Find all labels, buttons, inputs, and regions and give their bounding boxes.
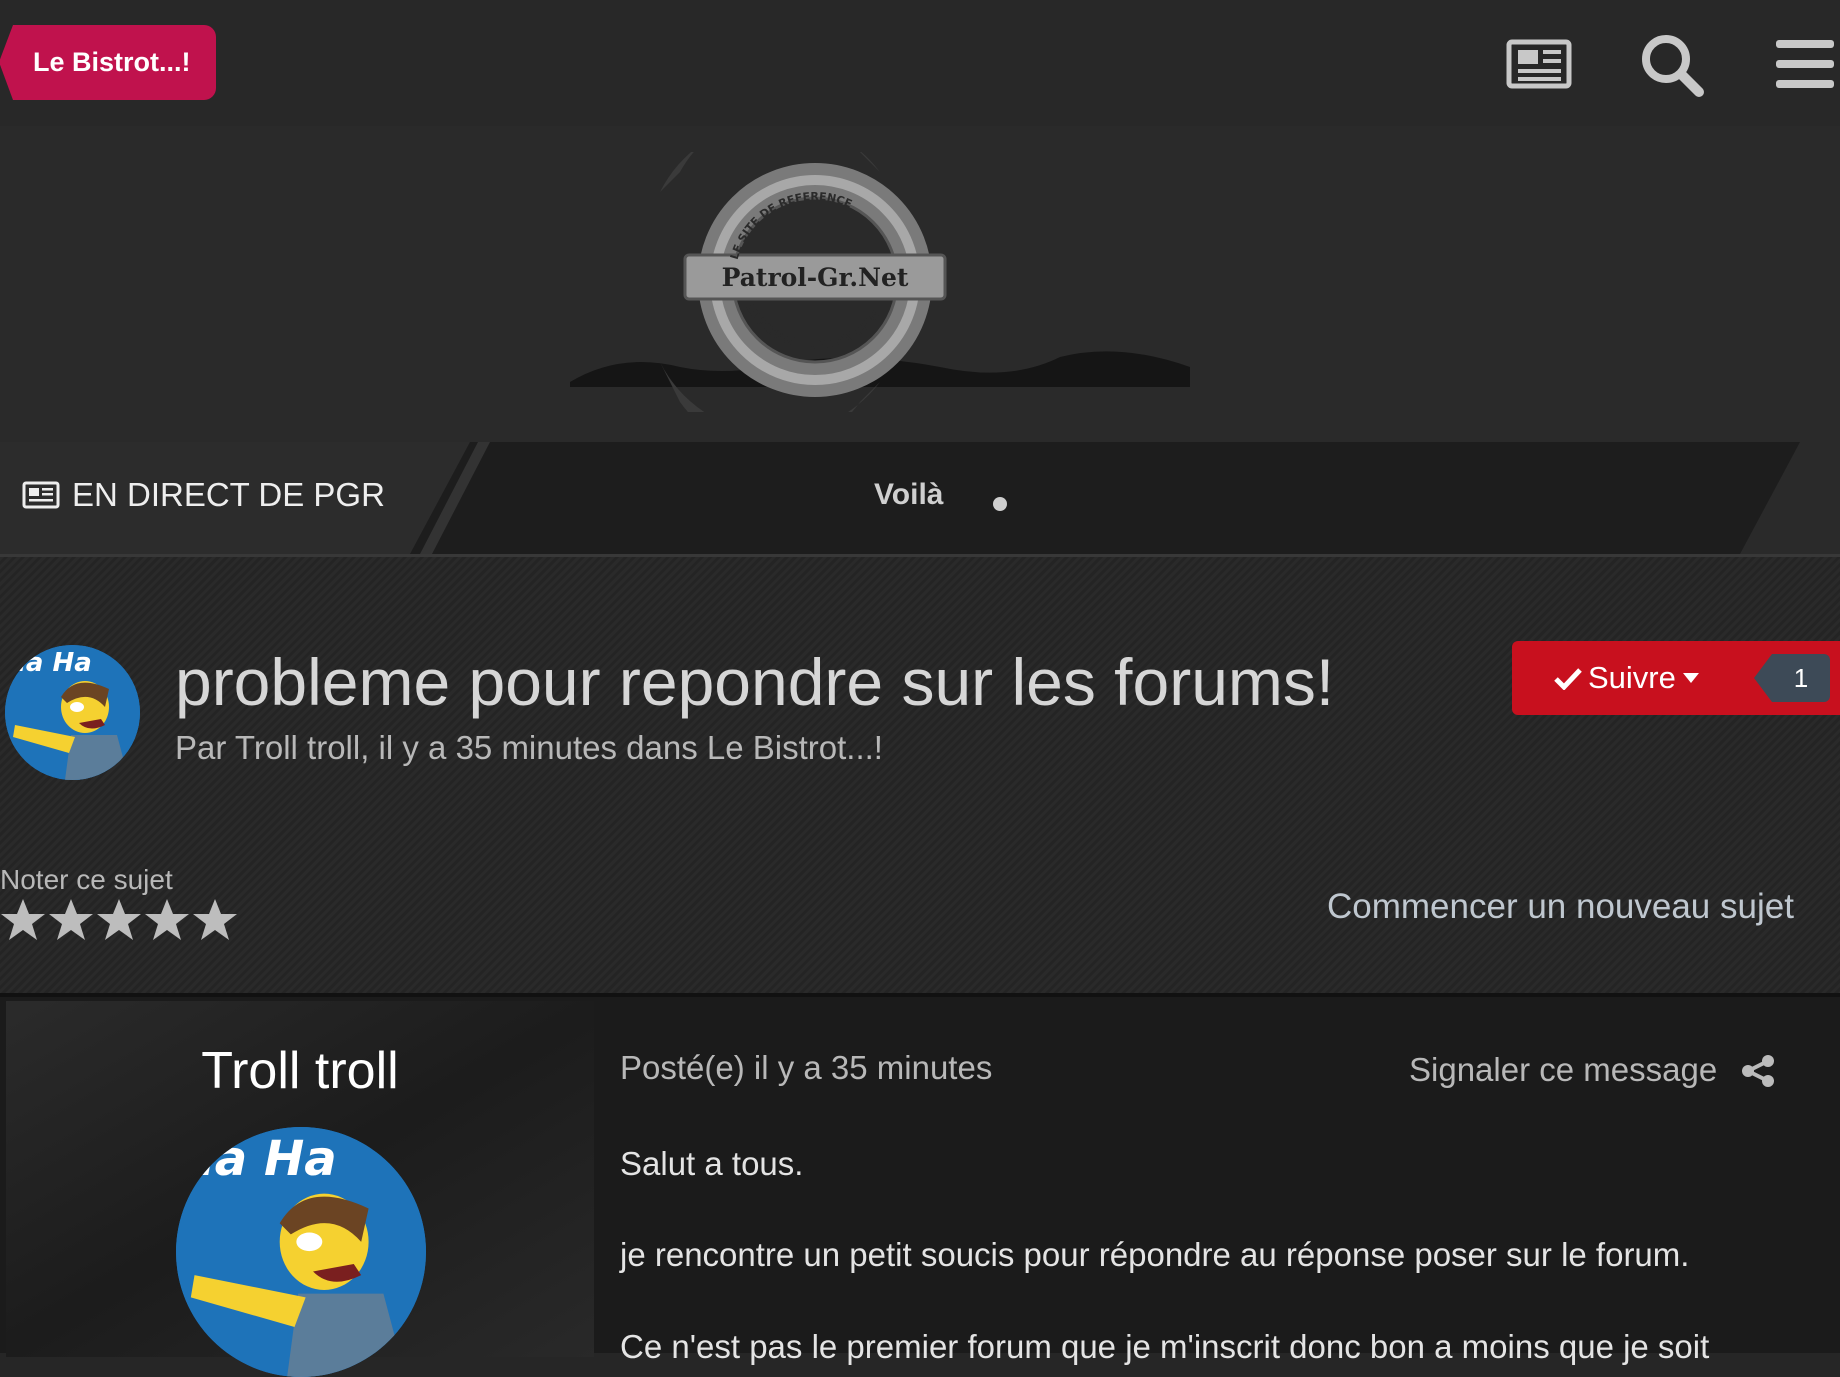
- topic-byline: Par Troll troll, il y a 35 minutes dans …: [175, 729, 883, 766]
- report-post-link[interactable]: Signaler ce message: [1409, 1051, 1717, 1089]
- follow-count: 1: [1754, 654, 1830, 702]
- top-bar: Le Bistrot...!: [0, 0, 1840, 126]
- newspaper-icon[interactable]: [1506, 30, 1574, 98]
- site-logo[interactable]: Patrol-Gr.Net LE SITE DE REFERENCE LE PA…: [560, 114, 1280, 449]
- follow-label: Suivre: [1588, 660, 1676, 695]
- star-icon[interactable]: [96, 897, 142, 943]
- rating-stars: [0, 897, 238, 943]
- caret-down-icon: [1682, 673, 1699, 683]
- search-icon[interactable]: [1637, 30, 1705, 98]
- site-banner: Patrol-Gr.Net LE SITE DE REFERENCE LE PA…: [0, 114, 1840, 449]
- check-icon: [1554, 668, 1582, 690]
- follow-label-wrap: Suivre: [1554, 660, 1700, 696]
- post-paragraph: Ce n'est pas le premier forum que je m'i…: [620, 1328, 1710, 1365]
- post-author-name[interactable]: Troll troll: [6, 1041, 594, 1101]
- star-icon[interactable]: [144, 897, 190, 943]
- rate-label: Noter ce sujet: [0, 864, 173, 895]
- ticker-item[interactable]: Voilà: [874, 478, 943, 512]
- news-ticker: EN DIRECT DE PGR Voilà: [0, 442, 1840, 557]
- svg-text:ıa Ha: ıa Ha: [17, 648, 92, 678]
- topic-title: probleme pour repondre sur les forums!: [175, 645, 1335, 719]
- post-paragraph: je rencontre un petit soucis pour répond…: [620, 1236, 1690, 1273]
- share-icon[interactable]: [1740, 1053, 1776, 1089]
- post: Troll troll ıa Ha Posté(e) il y a 35 min…: [0, 993, 1840, 1377]
- post-author-panel: Troll troll ıa Ha: [6, 1001, 594, 1377]
- post-body: Posté(e) il y a 35 minutes Signaler ce m…: [620, 1001, 1820, 1365]
- star-icon[interactable]: [192, 897, 238, 943]
- logo-text: Patrol-Gr.Net: [722, 263, 909, 292]
- star-icon[interactable]: [0, 897, 46, 943]
- post-date[interactable]: Posté(e) il y a 35 minutes: [620, 1049, 992, 1087]
- topic-header: ıa Ha probleme pour repondre sur les for…: [0, 557, 1840, 993]
- ticker-edge: [1740, 442, 1840, 554]
- star-icon[interactable]: [48, 897, 94, 943]
- new-topic-link[interactable]: Commencer un nouveau sujet: [1327, 887, 1794, 927]
- menu-icon[interactable]: [1770, 30, 1838, 98]
- ticker-label[interactable]: EN DIRECT DE PGR: [22, 476, 385, 514]
- ticker-label-text: EN DIRECT DE PGR: [72, 476, 385, 513]
- forum-tag[interactable]: Le Bistrot...!: [0, 25, 216, 100]
- post-author-avatar[interactable]: ıa Ha: [176, 1127, 426, 1377]
- post-paragraph: Salut a tous.: [620, 1145, 804, 1182]
- svg-text:ıa Ha: ıa Ha: [198, 1131, 336, 1187]
- author-avatar[interactable]: ıa Ha: [5, 645, 140, 780]
- ticker-dot[interactable]: [993, 497, 1007, 511]
- newspaper-icon: [22, 481, 60, 509]
